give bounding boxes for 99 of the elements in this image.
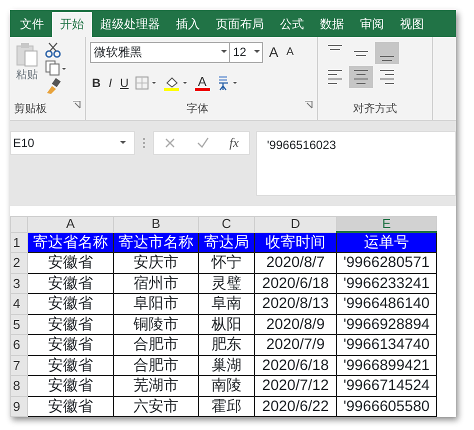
table-cell: 芜湖市 [114,376,198,396]
header-cell: 寄达局 [198,232,254,252]
table-cell: 2020/6/22 [254,396,336,416]
header-cell: 运单号 [336,232,436,252]
column-header[interactable]: D [254,216,336,232]
table-cell: 肥东 [198,334,254,355]
group-label: 剪贴板 [14,102,47,116]
table-cell: 2020/8/9 [254,314,336,334]
table-cell: '9966280571 [336,252,436,273]
column-header[interactable]: C [198,216,254,232]
table-cell: '9966928894 [336,314,436,334]
format-painter-icon[interactable] [44,77,62,95]
row-header[interactable]: 9 [10,396,28,416]
table-cell: 2020/6/18 [254,355,336,376]
table-cell: 灵璧 [198,273,254,294]
table-cell: 阜南 [198,294,254,314]
table-cell: 南陵 [198,376,254,396]
dialog-launcher-icon[interactable] [305,100,313,108]
table-cell: 霍邱 [198,396,254,416]
table-cell: 2020/7/9 [254,334,336,355]
table-cell: '9966899421 [336,355,436,376]
table-cell: 安徽省 [28,273,114,294]
dropdown-arrow-icon[interactable] [118,140,128,146]
formula-field[interactable]: '9966516023 [256,131,456,196]
name-box[interactable]: E10 [10,131,135,155]
table-cell: 宿州市 [114,273,198,294]
ribbon-tab[interactable]: 视图 [392,12,432,37]
table-cell: '9966486140 [336,294,436,314]
table-cell: 合肥市 [114,334,198,355]
grow-font-button[interactable]: A [267,41,280,63]
font-size-field[interactable]: 12 [229,42,263,62]
table-cell: '9966605580 [336,396,436,416]
column-header[interactable]: E [336,216,436,232]
table-cell: 安徽省 [28,396,114,416]
table-cell: 安徽省 [28,355,114,376]
font-name-field[interactable]: 微软雅黑 [90,42,230,62]
format-button[interactable]: U [118,72,131,94]
format-button[interactable]: B [90,72,103,94]
table-cell: 安徽省 [28,376,114,396]
insert-function-button[interactable]: fx [229,133,239,153]
align-lines-icon [328,70,342,84]
align-lines-icon [354,50,368,56]
table-cell: 安徽省 [28,294,114,314]
table-cell: 六安市 [114,396,198,416]
table-cell: '9966134740 [336,334,436,355]
table-cell: 安徽省 [28,334,114,355]
table-cell: 安徽省 [28,252,114,273]
row-header[interactable]: 6 [10,334,28,355]
table-cell: 巢湖 [198,355,254,376]
row-header[interactable]: 3 [10,273,28,294]
copy-icon[interactable] [44,59,68,77]
row-header[interactable]: 1 [10,232,28,252]
row-header[interactable]: 5 [10,314,28,334]
table-cell: 合肥市 [114,355,198,376]
table-cell: 安庆市 [114,252,198,273]
column-header[interactable]: A [28,216,114,232]
group-label: 字体 [186,102,208,116]
table-cell: 阜阳市 [114,294,198,314]
table-cell: 2020/8/7 [254,252,336,273]
column-header[interactable]: B [114,216,198,232]
dialog-launcher-icon[interactable] [73,100,81,108]
ribbon-tab[interactable]: 页面布局 [208,12,272,37]
align-lines-icon [380,70,394,84]
ribbon-tab[interactable]: 开始 [52,12,92,37]
header-cell: 寄达省名称 [28,232,114,252]
table-cell: 2020/8/13 [254,294,336,314]
align-lines-icon [380,56,394,61]
row-header[interactable]: 4 [10,294,28,314]
format-button[interactable]: I [106,72,114,94]
cut-icon[interactable] [44,41,62,59]
font-color-button[interactable]: A [192,71,212,95]
table-cell: 怀宁 [198,252,254,273]
ribbon-tab[interactable]: 数据 [312,12,352,37]
dropdown-arrow-icon[interactable] [219,49,229,55]
align-bottom-button[interactable] [375,42,399,64]
row-header[interactable]: 8 [10,376,28,396]
table-cell: 2020/6/18 [254,273,336,294]
align-lines-icon [328,45,342,50]
group-label: 对齐方式 [352,102,398,116]
paste-label[interactable]: 粘贴 [16,67,38,84]
table-cell: '9966714524 [336,376,436,396]
table-cell: 2020/7/12 [254,376,336,396]
ribbon-tab[interactable]: 文件 [12,12,52,37]
ribbon-tab[interactable]: 审阅 [352,12,392,37]
header-cell: 寄达市名称 [114,232,198,252]
table-cell: '9966233241 [336,273,436,294]
header-cell: 收寄时间 [254,232,336,252]
align-lines-icon [354,70,368,84]
row-header[interactable]: 7 [10,355,28,376]
ribbon-tab[interactable]: 插入 [168,12,208,37]
table-cell: 铜陵市 [114,314,198,334]
ribbon-tab[interactable]: 公式 [272,12,312,37]
shrink-font-button[interactable]: A [284,41,296,63]
row-header[interactable]: 2 [10,252,28,273]
table-cell: 枞阳 [198,314,254,334]
table-cell: 安徽省 [28,314,114,334]
align-center-button[interactable] [349,66,373,88]
dropdown-arrow-icon[interactable] [252,49,262,55]
ribbon-tab[interactable]: 超级处理器 [92,12,168,37]
